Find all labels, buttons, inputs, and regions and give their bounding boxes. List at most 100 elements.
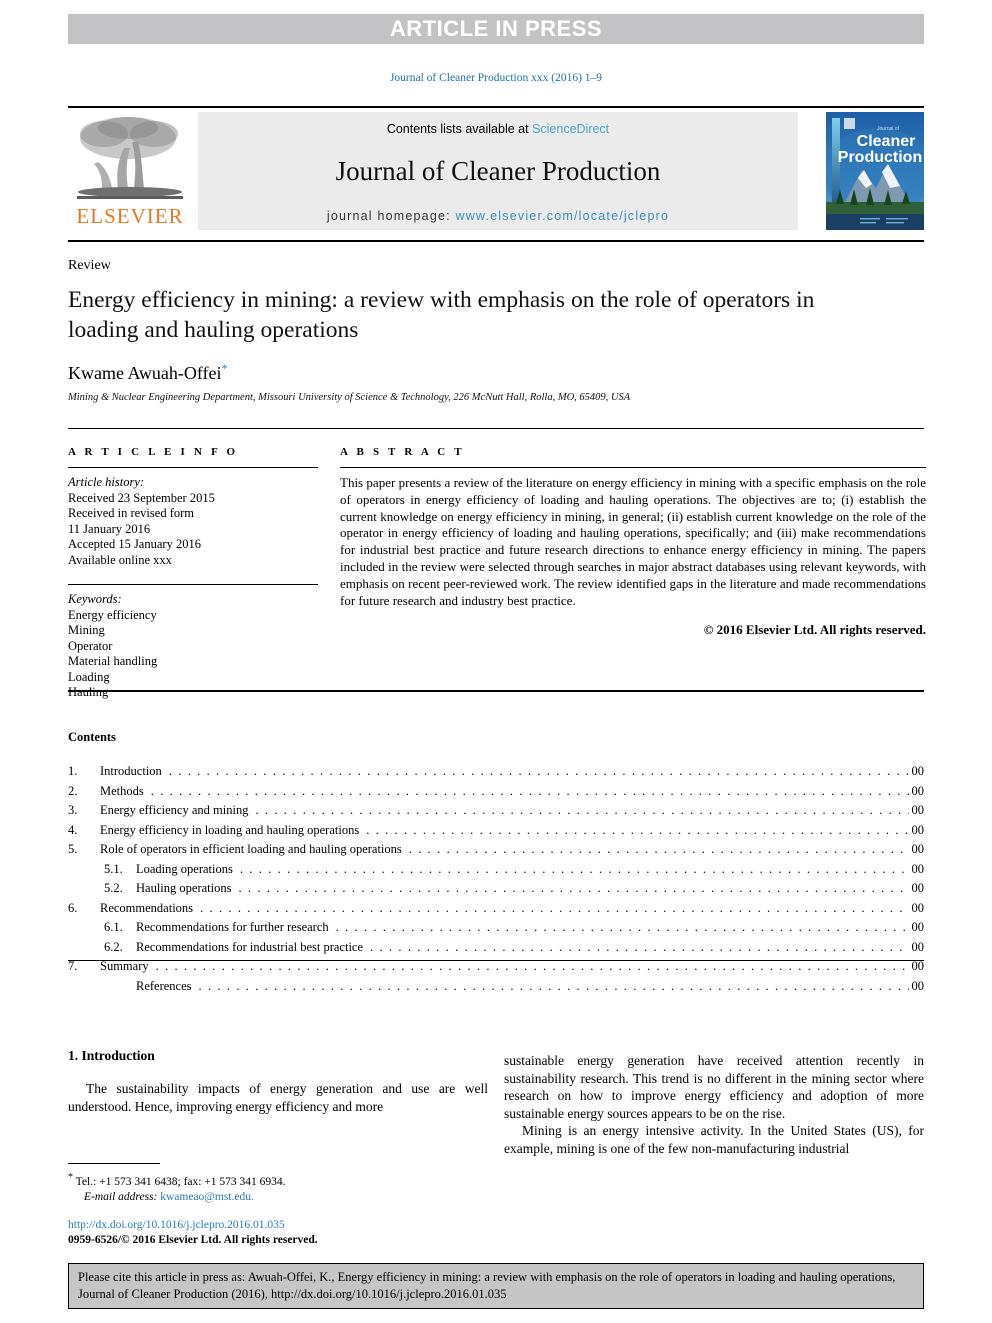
toc-entry[interactable]: 1. Introduction . . . . . . . . . . . . … (68, 762, 924, 782)
masthead-center-panel: Contents lists available at ScienceDirec… (198, 112, 798, 230)
toc-entry[interactable]: References . . . . . . . . . . . . . . .… (68, 977, 924, 997)
toc-number: 6.1. (104, 920, 123, 934)
toc-label[interactable]: Energy efficiency and mining (100, 801, 252, 821)
toc-leader: . . . . . . . . . . . . . . . . . . . . … (366, 822, 908, 837)
author-affiliation: Mining & Nuclear Engineering Department,… (68, 392, 631, 403)
toc-entry[interactable]: 4. Energy efficiency in loading and haul… (68, 821, 924, 841)
toc-page-number: 00 (911, 822, 925, 837)
toc-number: 3. (68, 803, 78, 817)
abstract-rule (340, 467, 926, 468)
keyword-item: Operator (68, 638, 113, 653)
toc-entry[interactable]: 6.2. Recommendations for industrial best… (68, 938, 924, 958)
toc-leader: . . . . . . . . . . . . . . . . . . . . … (255, 803, 908, 817)
journal-homepage-link[interactable]: www.elsevier.com/locate/jclepro (455, 209, 669, 223)
keywords-label: Keywords: (68, 592, 122, 606)
article-history-label: Article history: (68, 475, 145, 489)
toc-page-number: 00 (911, 783, 925, 798)
keyword-item: Loading (68, 669, 110, 684)
article-history-line: 11 January 2016 (68, 521, 151, 536)
contents-heading: Contents (68, 730, 116, 744)
section-heading-introduction: 1. Introduction (68, 1048, 155, 1063)
article-history-line: Accepted 15 January 2016 (68, 537, 201, 551)
issn-copyright-line: 0959-6526/© 2016 Elsevier Ltd. All right… (68, 1234, 318, 1246)
toc-page-number: 00 (911, 900, 925, 915)
keyword-item: Hauling (68, 685, 109, 699)
toc-number: 5.1. (104, 861, 123, 876)
toc-number: 2. (68, 783, 78, 798)
contents-available-prefix: Contents lists available at (386, 122, 533, 136)
toc-entry[interactable]: 3. Energy efficiency and mining . . . . … (68, 801, 924, 821)
toc-label[interactable]: Recommendations for industrial best prac… (136, 938, 367, 958)
article-type-label: Review (68, 258, 111, 273)
article-history-line: Received 23 September 2015 (68, 490, 215, 505)
sciencedirect-link[interactable]: ScienceDirect (532, 122, 609, 136)
journal-homepage-label: journal homepage: (326, 209, 456, 223)
toc-entry[interactable]: 6.1. Recommendations for further researc… (68, 918, 924, 938)
svg-text:Journal of: Journal of (877, 126, 900, 132)
toc-page-number: 00 (911, 920, 925, 934)
toc-entry[interactable]: 5.1. Loading operations . . . . . . . . … (68, 860, 924, 880)
body-left-column: 1. Introduction The sustainability impac… (68, 1048, 488, 1115)
toc-entry[interactable]: 6. Recommendations . . . . . . . . . . .… (68, 899, 924, 919)
keywords-rule (68, 584, 318, 585)
toc-leader: . . . . . . . . . . . . . . . . . . . . … (408, 842, 909, 856)
body-paragraph: sustainable energy generation have recei… (504, 1053, 924, 1121)
toc-leader: . . . . . . . . . . . . . . . . . . . . … (168, 764, 909, 778)
article-info-heading: A R T I C L E I N F O (68, 446, 239, 458)
body-right-column: sustainable energy generation have recei… (504, 1052, 924, 1157)
toc-label[interactable]: References (136, 977, 196, 997)
toc-page-number: 00 (911, 842, 925, 856)
toc-number: 5. (68, 842, 78, 856)
author-label: Kwame Awuah-Offei (68, 363, 222, 383)
keyword-item: Mining (68, 623, 105, 637)
toc-page-number: 00 (911, 861, 925, 876)
toc-number: 1. (68, 764, 78, 778)
toc-page-number: 00 (911, 881, 925, 895)
toc-leader: . . . . . . . . . . . . . . . . . . . . … (370, 939, 908, 954)
author-footnote-marker[interactable]: * (221, 361, 227, 375)
masthead-bottom-rule (68, 240, 924, 242)
toc-label[interactable]: Hauling operations (136, 879, 235, 899)
keyword-item: Energy efficiency (68, 607, 157, 622)
article-info-rule (68, 467, 318, 468)
abstract-text: This paper presents a review of the lite… (340, 475, 926, 608)
abstract-heading: A B S T R A C T (340, 446, 465, 458)
toc-entry[interactable]: 5. Role of operators in efficient loadin… (68, 840, 924, 860)
footnote-email-link[interactable]: kwameao@mst.edu. (160, 1191, 254, 1203)
toc-label[interactable]: Loading operations (136, 860, 237, 880)
toc-label[interactable]: Recommendations for further research (136, 918, 333, 938)
journal-cover-thumbnail: Journal of Cleaner Production (826, 112, 924, 230)
footnote-marker: * (68, 1172, 73, 1183)
toc-label[interactable]: Recommendations (100, 899, 197, 919)
abstract-copyright: © 2016 Elsevier Ltd. All rights reserved… (703, 622, 926, 638)
footnote-email-line: E-mail address: kwameao@mst.edu. (68, 1190, 488, 1205)
toc-leader: . . . . . . . . . . . . . . . . . . . . … (198, 978, 909, 993)
toc-number: 6. (68, 900, 78, 915)
footnote-email-label: E-mail address: (84, 1190, 158, 1203)
svg-text:Cleaner: Cleaner (857, 133, 916, 150)
cite-this-article-text: Please cite this article in press as: Aw… (78, 1270, 896, 1301)
journal-cover-art-icon: Journal of Cleaner Production (826, 112, 924, 230)
toc-label[interactable]: Methods (100, 782, 148, 802)
keywords-block: Keywords: Energy efficiency Mining Opera… (68, 592, 318, 701)
elsevier-tree-icon (77, 117, 183, 199)
elsevier-wordmark: ELSEVIER (76, 204, 184, 228)
toc-entry[interactable]: 2. Methods . . . . . . . . . . . . . . .… (68, 782, 924, 802)
article-history-line: Received in revised form (68, 506, 194, 520)
toc-label[interactable]: Energy efficiency in loading and hauling… (100, 821, 363, 841)
author-footnote: * Tel.: +1 573 341 6438; fax: +1 573 341… (68, 1170, 488, 1205)
toc-label[interactable]: Introduction (100, 762, 166, 782)
body-paragraph: The sustainability impacts of energy gen… (68, 1081, 488, 1114)
contents-available-line: Contents lists available at ScienceDirec… (198, 112, 798, 136)
toc-entry[interactable]: 5.2. Hauling operations . . . . . . . . … (68, 879, 924, 899)
article-history-line: Available online xxx (68, 552, 172, 567)
toc-page-number: 00 (911, 803, 925, 817)
journal-masthead: ELSEVIER Contents lists available at Sci… (68, 106, 924, 232)
toc-leader: . . . . . . . . . . . . . . . . . . . . … (150, 783, 909, 798)
toc-leader: . . . . . . . . . . . . . . . . . . . . … (200, 900, 908, 915)
toc-leader: . . . . . . . . . . . . . . . . . . . . … (238, 881, 908, 895)
doi-link[interactable]: http://dx.doi.org/10.1016/j.jclepro.2016… (68, 1218, 528, 1233)
info-top-rule (68, 428, 924, 429)
toc-label[interactable]: Role of operators in efficient loading a… (100, 840, 406, 860)
toc-leader: . . . . . . . . . . . . . . . . . . . . … (335, 920, 909, 934)
